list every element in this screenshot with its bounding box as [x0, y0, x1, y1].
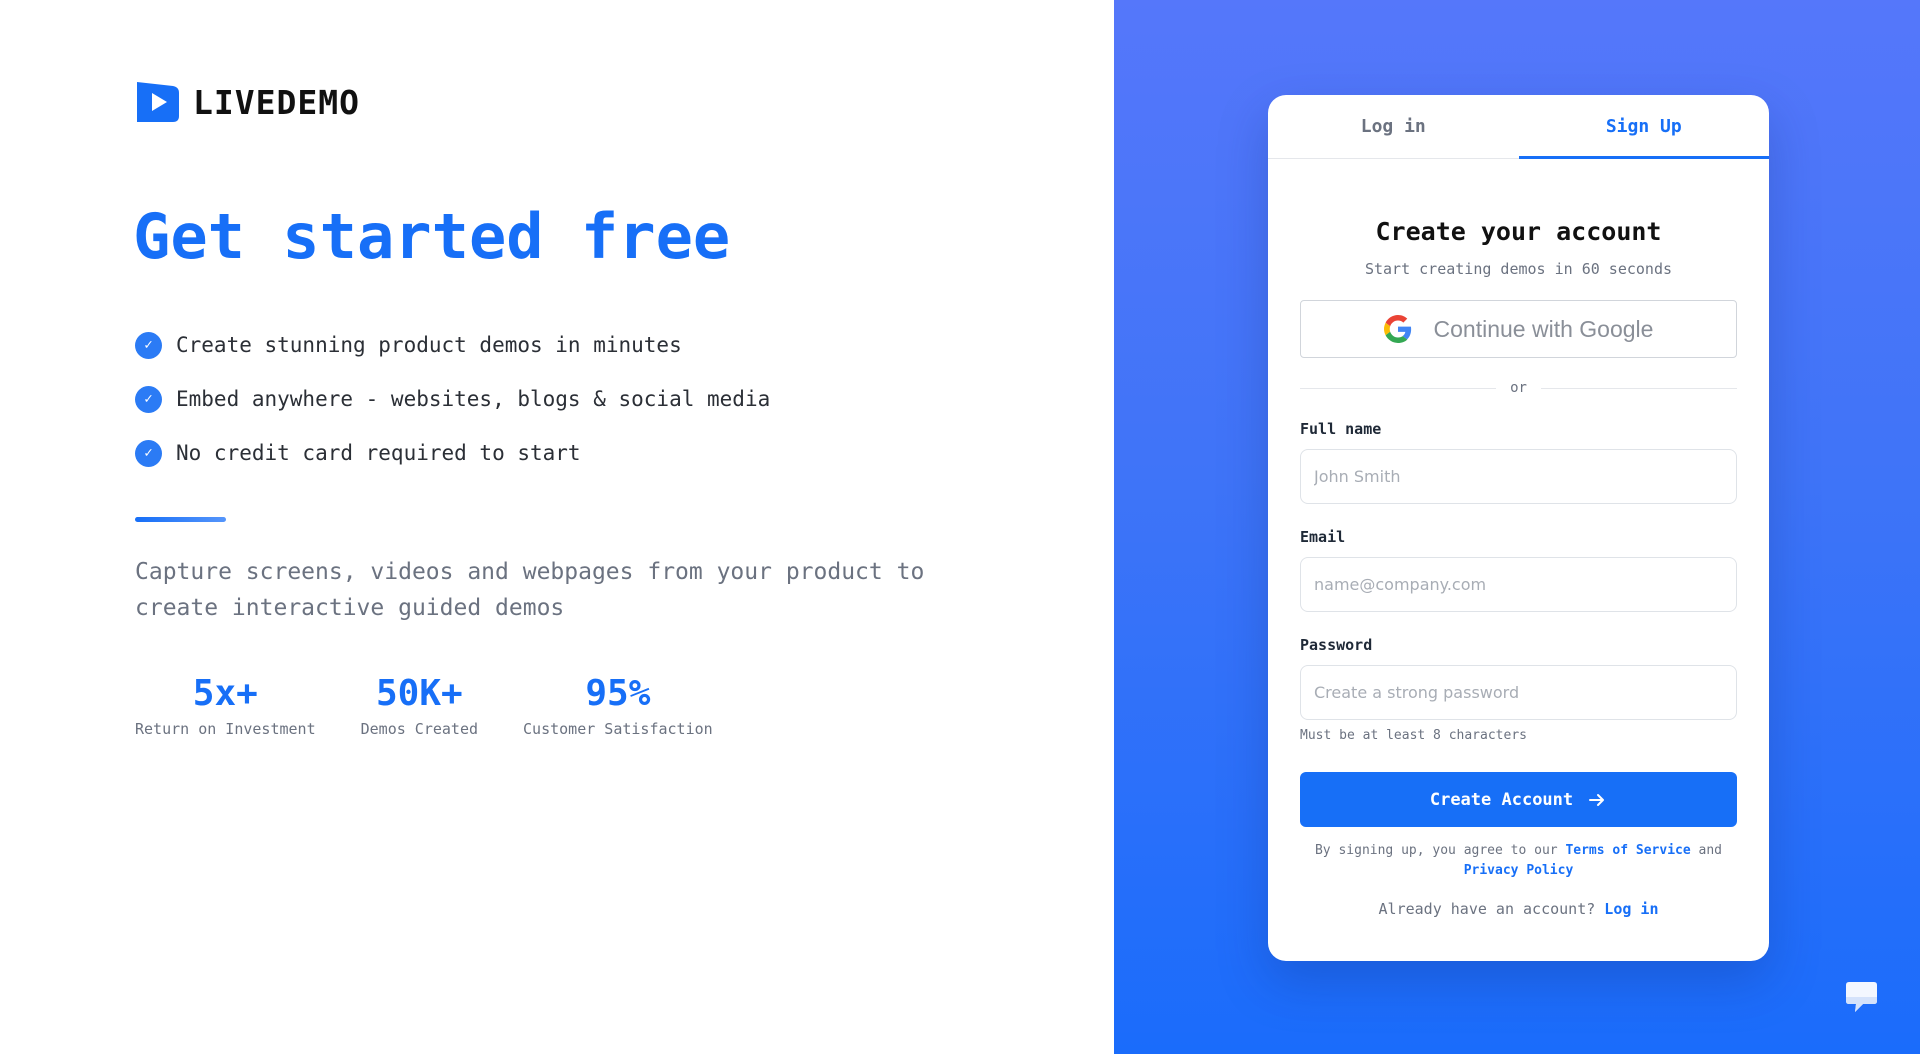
form-subtitle: Start creating demos in 60 seconds: [1364, 260, 1673, 278]
brand-name: LIVEDEMO: [193, 82, 360, 122]
login-link[interactable]: Log in: [1604, 900, 1658, 918]
login-switch: Already have an account? Log in: [1300, 900, 1737, 918]
stat-label: Return on Investment: [135, 720, 316, 738]
stat-value: 5x+: [192, 673, 258, 714]
form-title: Create your account: [1375, 217, 1662, 246]
check-circle-icon: ✓: [135, 385, 162, 413]
full-name-label: Full name: [1300, 420, 1382, 438]
stat-satisfaction: 95% Customer Satisfaction: [523, 672, 713, 738]
chat-widget-button[interactable]: [1843, 979, 1880, 1016]
password-label: Password: [1300, 636, 1373, 654]
password-help: Must be at least 8 characters: [1300, 728, 1527, 743]
feature-text: No credit card required to start: [176, 441, 581, 465]
hero-panel: LIVEDEMO Get started free ✓ Create stunn…: [0, 0, 1114, 1054]
login-prompt: Already have an account?: [1378, 900, 1596, 918]
feature-item: ✓ Embed anywhere - websites, blogs & soc…: [135, 372, 770, 426]
feature-text: Create stunning product demos in minutes: [176, 333, 682, 357]
brand-logo[interactable]: LIVEDEMO: [135, 80, 360, 124]
signup-form: Create your account Start creating demos…: [1268, 217, 1769, 918]
google-signin-button[interactable]: Continue with Google: [1300, 300, 1737, 358]
or-text: or: [1510, 380, 1527, 396]
accent-divider: [135, 517, 226, 522]
create-account-button[interactable]: Create Account: [1300, 772, 1737, 827]
chat-bubble-icon: [1846, 982, 1877, 1012]
page-headline: Get started free: [133, 200, 731, 273]
play-flag-icon: [137, 82, 179, 122]
arrow-right-icon: [1589, 793, 1605, 806]
feature-list: ✓ Create stunning product demos in minut…: [135, 318, 770, 480]
stat-label: Customer Satisfaction: [523, 720, 713, 738]
privacy-link[interactable]: Privacy Policy: [1464, 863, 1574, 878]
feature-item: ✓ Create stunning product demos in minut…: [135, 318, 770, 372]
google-button-label: Continue with Google: [1433, 315, 1654, 342]
stat-label: Demos Created: [360, 720, 479, 738]
tab-login[interactable]: Log in: [1268, 95, 1519, 158]
tab-signup[interactable]: Sign Up: [1518, 95, 1770, 159]
email-input[interactable]: [1300, 557, 1737, 612]
create-account-label: Create Account: [1429, 789, 1574, 810]
password-input[interactable]: [1300, 665, 1737, 720]
auth-tabs: Log in Sign Up: [1268, 95, 1769, 159]
legal-notice: By signing up, you agree to our Terms of…: [1300, 841, 1737, 881]
feature-text: Embed anywhere - websites, blogs & socia…: [176, 387, 771, 411]
google-icon: [1383, 315, 1411, 343]
auth-card: Log in Sign Up Create your account Start…: [1268, 95, 1769, 961]
legal-conjunction: and: [1698, 843, 1722, 858]
stat-demos: 50K+ Demos Created: [361, 672, 478, 738]
stat-value: 50K+: [375, 673, 463, 714]
stats-row: 5x+ Return on Investment 50K+ Demos Crea…: [135, 672, 713, 738]
check-circle-icon: ✓: [135, 439, 162, 467]
email-label: Email: [1300, 528, 1346, 546]
full-name-input[interactable]: [1300, 449, 1737, 504]
divider-line: [1540, 387, 1738, 389]
or-divider: or: [1300, 380, 1738, 396]
terms-link[interactable]: Terms of Service: [1565, 843, 1690, 858]
stat-roi: 5x+ Return on Investment: [135, 672, 316, 738]
feature-item: ✓ No credit card required to start: [135, 426, 770, 480]
legal-prefix: By signing up, you agree to our: [1314, 843, 1558, 858]
divider-line: [1300, 387, 1497, 389]
check-circle-icon: ✓: [135, 331, 162, 359]
stat-value: 95%: [585, 673, 651, 714]
hero-description: Capture screens, videos and webpages fro…: [135, 559, 925, 621]
